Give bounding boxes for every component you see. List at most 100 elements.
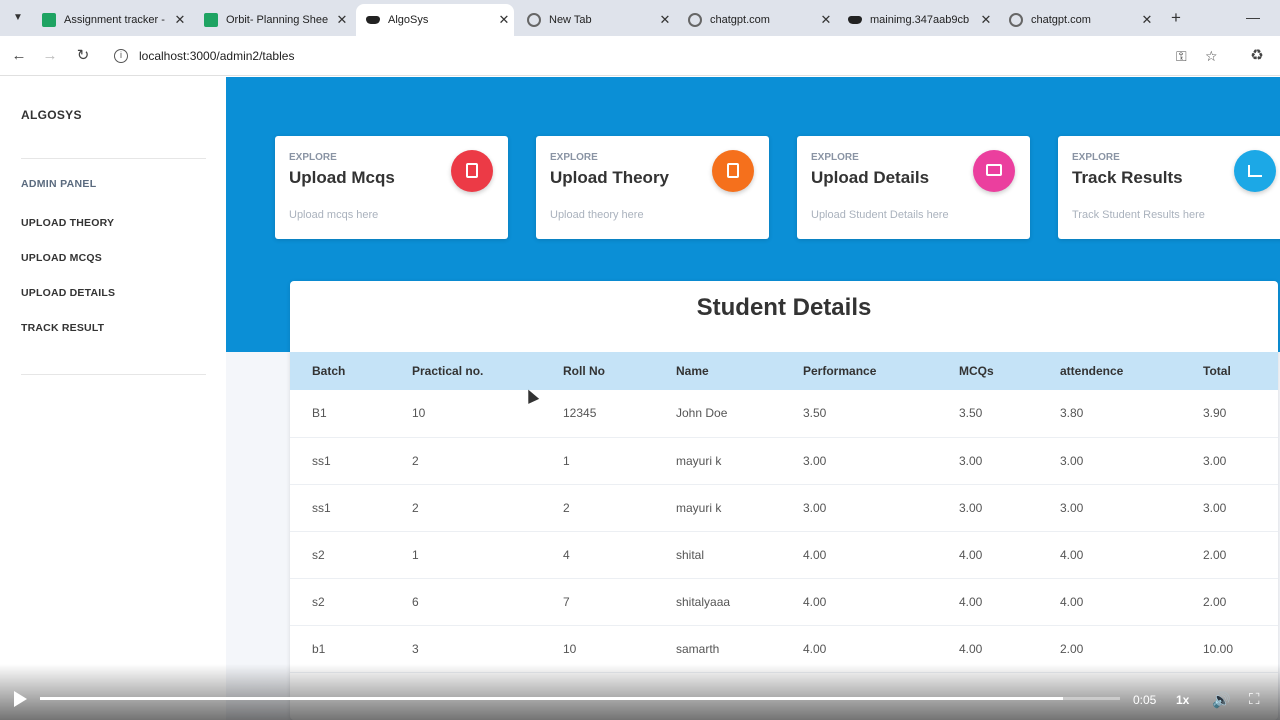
- close-tab-icon[interactable]: ✕: [816, 12, 836, 28]
- browser-tab-strip: ▼ Assignment tracker - ✕ Orbit- Planning S…: [0, 0, 1280, 36]
- table-cell: shitalyaaa: [676, 594, 731, 609]
- column-header[interactable]: Batch: [290, 352, 390, 390]
- brand-logo[interactable]: ALGOSYS: [21, 108, 82, 122]
- table-row: B1 10 12345 John Doe 3.50 3.50 3.80 3.90: [290, 390, 1278, 437]
- key-icon[interactable]: ⚿: [1176, 48, 1187, 65]
- column-header[interactable]: attendence: [1038, 352, 1181, 390]
- browser-tab[interactable]: mainimg.347aab9cb ✕: [838, 4, 996, 36]
- chrome-icon: [527, 13, 541, 27]
- reload-icon[interactable]: ↻: [73, 46, 93, 66]
- student-details-table: Batch Practical no. Roll No Name Performance…: [290, 352, 1278, 673]
- table-cell: 2.00: [1203, 547, 1227, 562]
- column-header[interactable]: Total: [1181, 352, 1278, 390]
- card-upload-details[interactable]: EXPLORE Upload Details Upload Student Deta…: [797, 136, 1030, 239]
- forward-icon[interactable]: →: [40, 46, 60, 66]
- fullscreen-exit-icon[interactable]: ⛶: [1249, 691, 1260, 708]
- table-cell: mayuri k: [676, 453, 722, 468]
- table-cell: 4.00: [959, 547, 983, 562]
- close-tab-icon[interactable]: ✕: [170, 12, 190, 28]
- close-tab-icon[interactable]: ✕: [1137, 12, 1157, 28]
- browser-tab[interactable]: chatgpt.com ✕: [999, 4, 1157, 36]
- tab-search-icon[interactable]: ▼: [8, 8, 28, 28]
- seek-progress: [40, 697, 1063, 700]
- tab-title: Assignment tracker -: [64, 14, 165, 26]
- table-cell: ss1: [312, 453, 331, 468]
- address-bar[interactable]: i localhost:3000/admin2/tables ⚿ ☆: [106, 41, 1234, 71]
- tab-title: chatgpt.com: [710, 14, 770, 26]
- card-upload-mcqs[interactable]: EXPLORE Upload Mcqs Upload mcqs here: [275, 136, 508, 239]
- table-cell: 3.00: [1203, 500, 1227, 515]
- sidebar-item-upload-mcqs[interactable]: UPLOAD MCQS: [21, 252, 102, 264]
- table-row: ss1 2 2 mayuri k 3.00 3.00 3.00 3.00: [290, 484, 1278, 531]
- sidebar-item-upload-theory[interactable]: UPLOAD THEORY: [21, 217, 114, 229]
- table-cell: 2: [412, 453, 419, 468]
- minimize-icon[interactable]: —: [1246, 9, 1260, 25]
- card-eyebrow: EXPLORE: [550, 152, 598, 163]
- seek-bar[interactable]: [40, 697, 1120, 700]
- close-tab-icon[interactable]: ✕: [655, 12, 675, 28]
- play-icon[interactable]: [14, 691, 27, 707]
- column-header[interactable]: Practical no.: [390, 352, 541, 390]
- table-cell: 3.00: [959, 453, 983, 468]
- card-title: Upload Details: [811, 168, 930, 187]
- card-track-results[interactable]: EXPLORE Track Results Track Student Result…: [1058, 136, 1280, 239]
- column-header[interactable]: Roll No: [541, 352, 654, 390]
- speed-button[interactable]: 1x: [1176, 693, 1189, 707]
- card-eyebrow: EXPLORE: [1072, 152, 1120, 163]
- site-info-icon[interactable]: i: [114, 49, 128, 63]
- sidebar-item-track-result[interactable]: TRACK RESULT: [21, 322, 104, 334]
- close-tab-icon[interactable]: ✕: [332, 12, 352, 28]
- table-cell: 6: [412, 594, 419, 609]
- table-cell: 3.90: [1203, 406, 1227, 421]
- time-display: 0:05: [1133, 693, 1157, 707]
- sidebar-item-upload-details[interactable]: UPLOAD DETAILS: [21, 287, 115, 299]
- table-cell: 3.00: [803, 500, 827, 515]
- column-header[interactable]: Name: [654, 352, 781, 390]
- table-cell: John Doe: [676, 406, 728, 421]
- globe-icon: [688, 13, 702, 27]
- table-cell: 3.00: [1060, 453, 1084, 468]
- table-cell: 3.00: [959, 500, 983, 515]
- table-cell: 1: [412, 547, 419, 562]
- sidebar-divider: [21, 374, 206, 375]
- table-cell: 3.50: [803, 406, 827, 421]
- main-content: EXPLORE Upload Mcqs Upload mcqs here EXPLOR…: [226, 77, 1280, 720]
- browser-tab[interactable]: New Tab ✕: [517, 4, 675, 36]
- table-cell: s2: [312, 547, 325, 562]
- card-eyebrow: EXPLORE: [289, 152, 337, 163]
- back-icon[interactable]: ←: [9, 46, 29, 66]
- table-cell: shital: [676, 547, 705, 562]
- table-cell: 4.00: [803, 547, 827, 562]
- table-row: ss1 2 1 mayuri k 3.00 3.00 3.00 3.00: [290, 437, 1278, 484]
- card-eyebrow: EXPLORE: [811, 152, 859, 163]
- table-cell: 4.00: [959, 594, 983, 609]
- card-description: Upload theory here: [550, 209, 644, 221]
- table-cell: 1: [563, 453, 570, 468]
- browser-tab[interactable]: AlgoSys ✕: [356, 4, 514, 36]
- card-upload-theory[interactable]: EXPLORE Upload Theory Upload theory here: [536, 136, 769, 239]
- volume-icon[interactable]: 🔊: [1212, 691, 1231, 709]
- browser-tab[interactable]: chatgpt.com ✕: [678, 4, 836, 36]
- extensions-icon[interactable]: ♻: [1247, 46, 1267, 66]
- table-cell: ss1: [312, 500, 331, 515]
- document-icon: [727, 163, 739, 178]
- table-cell: 3.00: [1060, 500, 1084, 515]
- new-tab-button[interactable]: +: [1166, 8, 1186, 28]
- column-header[interactable]: Performance: [781, 352, 937, 390]
- table-cell: 10: [412, 406, 426, 421]
- table-cell: mayuri k: [676, 500, 722, 515]
- close-tab-icon[interactable]: ✕: [494, 12, 514, 28]
- card-description: Upload mcqs here: [289, 209, 379, 221]
- browser-tab[interactable]: Orbit- Planning Shee ✕: [194, 4, 352, 36]
- mask-icon: [848, 16, 862, 24]
- star-icon[interactable]: ☆: [1205, 48, 1218, 65]
- close-tab-icon[interactable]: ✕: [976, 12, 996, 28]
- table-header-row: Batch Practical no. Roll No Name Performance…: [290, 352, 1278, 390]
- column-header[interactable]: MCQs: [937, 352, 1038, 390]
- mask-icon: [366, 16, 380, 24]
- card-title: Track Results: [1072, 168, 1183, 187]
- browser-tab[interactable]: Assignment tracker - ✕: [32, 4, 190, 36]
- tab-title: mainimg.347aab9cb: [870, 14, 970, 26]
- table-cell: 7: [563, 594, 570, 609]
- table-cell: 3.00: [803, 453, 827, 468]
